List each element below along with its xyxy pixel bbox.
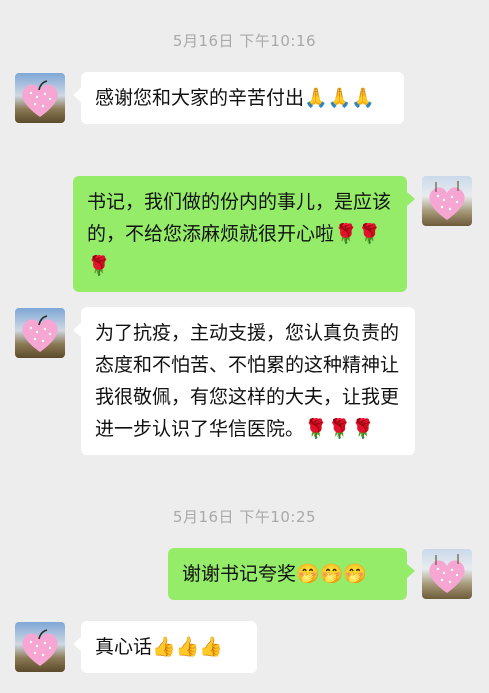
timestamp: 5月16日 下午10:25 [172, 508, 317, 526]
heart-avatar-icon [429, 181, 465, 220]
message-bubble[interactable]: 书记，我们做的份内的事儿，是应该的，不给您添麻烦就很开心啦🌹🌹🌹 [73, 176, 415, 292]
contact-avatar[interactable] [15, 622, 65, 672]
message-bubble[interactable]: 为了抗疫，主动支援，您认真负责的态度和不怕苦、不怕累的这种精神让我很敬佩，有您这… [73, 307, 415, 455]
message-bubble[interactable]: 感谢您和大家的辛苦付出🙏🙏🙏 [73, 72, 404, 124]
message-bubble[interactable]: 真心话👍👍👍 [73, 621, 257, 673]
contact-avatar[interactable] [15, 308, 65, 358]
message-bubble[interactable]: 谢谢书记夸奖🤭🤭🤭 [168, 548, 415, 600]
my-avatar[interactable] [422, 176, 472, 226]
message-text: 谢谢书记夸奖 [182, 563, 297, 585]
timestamp: 5月16日 下午10:16 [172, 32, 317, 50]
rose-emoji-icon: 🌹🌹🌹 [304, 418, 375, 440]
heart-avatar-icon [429, 554, 465, 593]
folded-hands-emoji-icon: 🙏🙏🙏 [304, 87, 375, 109]
my-avatar[interactable] [422, 549, 472, 599]
message-text: 感谢您和大家的辛苦付出 [95, 87, 305, 109]
chat-window: 5月16日 下午10:16 感谢您和大家的辛苦付出🙏🙏🙏 书记，我们做的份内的事… [0, 0, 489, 693]
heart-avatar-icon [22, 629, 58, 666]
message-text: 真心话 [95, 636, 153, 658]
heart-avatar-icon [22, 315, 58, 352]
thumbs-up-emoji-icon: 👍👍👍 [152, 636, 223, 658]
heart-avatar-icon [22, 80, 58, 117]
contact-avatar[interactable] [15, 73, 65, 123]
hand-over-mouth-emoji-icon: 🤭🤭🤭 [296, 563, 367, 585]
